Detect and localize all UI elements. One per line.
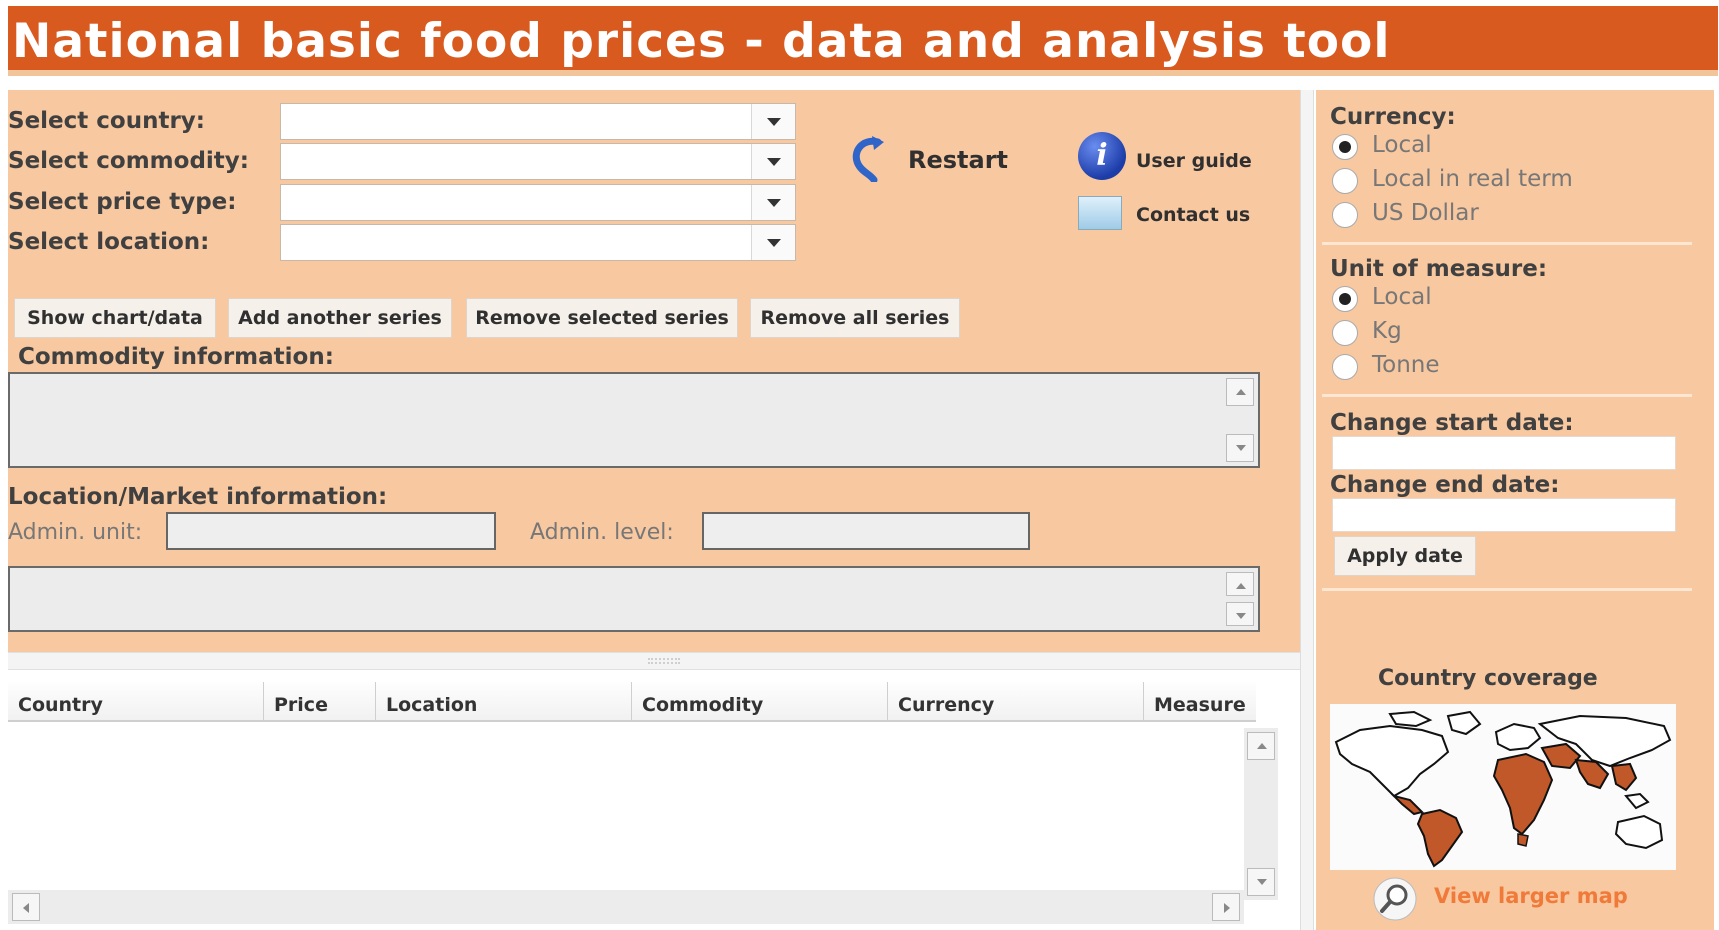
show-chart-button[interactable]: Show chart/data bbox=[14, 298, 216, 338]
location-select[interactable] bbox=[280, 224, 796, 261]
price-type-label: Select price type: bbox=[8, 189, 237, 215]
scroll-up-icon[interactable] bbox=[1247, 732, 1275, 760]
commodity-dropdown-button[interactable] bbox=[751, 144, 795, 179]
magnifier-icon[interactable] bbox=[1372, 876, 1418, 922]
column-header[interactable]: Country bbox=[8, 682, 264, 722]
scroll-right-icon[interactable] bbox=[1212, 893, 1240, 921]
table-header: Country Price Location Commodity Currenc… bbox=[8, 682, 1256, 722]
scroll-down-icon[interactable] bbox=[1247, 868, 1275, 896]
scroll-down-icon[interactable] bbox=[1226, 434, 1254, 462]
chevron-down-icon bbox=[767, 158, 781, 166]
country-dropdown-button[interactable] bbox=[751, 104, 795, 139]
commodity-select[interactable] bbox=[280, 143, 796, 180]
column-header[interactable]: Price bbox=[264, 682, 376, 722]
scroll-left-icon[interactable] bbox=[12, 893, 40, 921]
location-info-scrollbar[interactable] bbox=[1226, 572, 1254, 626]
radio-selected-icon bbox=[1332, 286, 1358, 312]
radio-icon bbox=[1332, 168, 1358, 194]
remove-all-button[interactable]: Remove all series bbox=[750, 298, 960, 338]
table-horizontal-scrollbar[interactable] bbox=[8, 890, 1244, 924]
location-info-label: Location/Market information: bbox=[8, 484, 388, 510]
scroll-down-icon[interactable] bbox=[1226, 602, 1254, 626]
radio-selected-icon bbox=[1332, 134, 1358, 160]
column-header[interactable]: Commodity bbox=[632, 682, 888, 722]
radio-icon bbox=[1332, 202, 1358, 228]
price-type-select[interactable] bbox=[280, 184, 796, 221]
unit-label: Unit of measure: bbox=[1330, 256, 1548, 282]
restart-button[interactable]: Restart bbox=[908, 146, 1008, 174]
location-dropdown-button[interactable] bbox=[751, 225, 795, 260]
splitter-grip[interactable] bbox=[648, 658, 680, 664]
admin-level-label: Admin. level: bbox=[530, 520, 674, 545]
horizontal-splitter[interactable] bbox=[8, 652, 1300, 670]
chevron-down-icon bbox=[767, 239, 781, 247]
table-vertical-scrollbar[interactable] bbox=[1244, 728, 1278, 900]
world-map[interactable] bbox=[1330, 704, 1676, 870]
radio-icon bbox=[1332, 320, 1358, 346]
admin-level-field[interactable] bbox=[702, 512, 1030, 550]
country-label: Select country: bbox=[8, 108, 205, 134]
admin-unit-label: Admin. unit: bbox=[8, 520, 143, 545]
end-date-label: Change end date: bbox=[1330, 472, 1560, 498]
data-table: Country Price Location Commodity Currenc… bbox=[8, 682, 1288, 930]
currency-label: Currency: bbox=[1330, 104, 1456, 130]
add-series-button[interactable]: Add another series bbox=[228, 298, 452, 338]
column-header[interactable]: Currency bbox=[888, 682, 1144, 722]
app-title: National basic food prices - data and an… bbox=[12, 14, 1391, 69]
apply-date-button[interactable]: Apply date bbox=[1334, 536, 1476, 576]
info-icon[interactable]: i bbox=[1078, 132, 1126, 180]
commodity-info-box[interactable] bbox=[8, 372, 1260, 468]
divider bbox=[1322, 394, 1692, 397]
user-guide-link[interactable]: User guide bbox=[1136, 150, 1252, 172]
location-label: Select location: bbox=[8, 229, 210, 255]
column-header[interactable]: Location bbox=[376, 682, 632, 722]
column-header[interactable]: Measure bbox=[1144, 682, 1256, 722]
start-date-label: Change start date: bbox=[1330, 410, 1574, 436]
view-larger-map-link[interactable]: View larger map bbox=[1434, 884, 1628, 908]
start-date-field[interactable] bbox=[1332, 436, 1676, 470]
scroll-up-icon[interactable] bbox=[1226, 378, 1254, 406]
commodity-label: Select commodity: bbox=[8, 148, 249, 174]
divider bbox=[1322, 588, 1692, 591]
scroll-up-icon[interactable] bbox=[1226, 572, 1254, 596]
chevron-down-icon bbox=[767, 199, 781, 207]
location-info-box[interactable] bbox=[8, 566, 1260, 632]
restart-icon[interactable] bbox=[848, 134, 892, 182]
country-select[interactable] bbox=[280, 103, 796, 140]
chevron-down-icon bbox=[767, 118, 781, 126]
vertical-splitter[interactable] bbox=[1300, 90, 1314, 930]
title-bar: National basic food prices - data and an… bbox=[8, 6, 1718, 76]
commodity-info-label: Commodity information: bbox=[18, 344, 334, 370]
contact-us-link[interactable]: Contact us bbox=[1136, 204, 1250, 226]
coverage-title: Country coverage bbox=[1378, 666, 1598, 691]
end-date-field[interactable] bbox=[1332, 498, 1676, 532]
mail-icon[interactable] bbox=[1078, 196, 1122, 230]
admin-unit-field[interactable] bbox=[166, 512, 496, 550]
price-type-dropdown-button[interactable] bbox=[751, 185, 795, 220]
divider bbox=[1322, 242, 1692, 245]
remove-selected-button[interactable]: Remove selected series bbox=[466, 298, 738, 338]
radio-icon bbox=[1332, 354, 1358, 380]
commodity-info-scrollbar[interactable] bbox=[1226, 378, 1254, 462]
